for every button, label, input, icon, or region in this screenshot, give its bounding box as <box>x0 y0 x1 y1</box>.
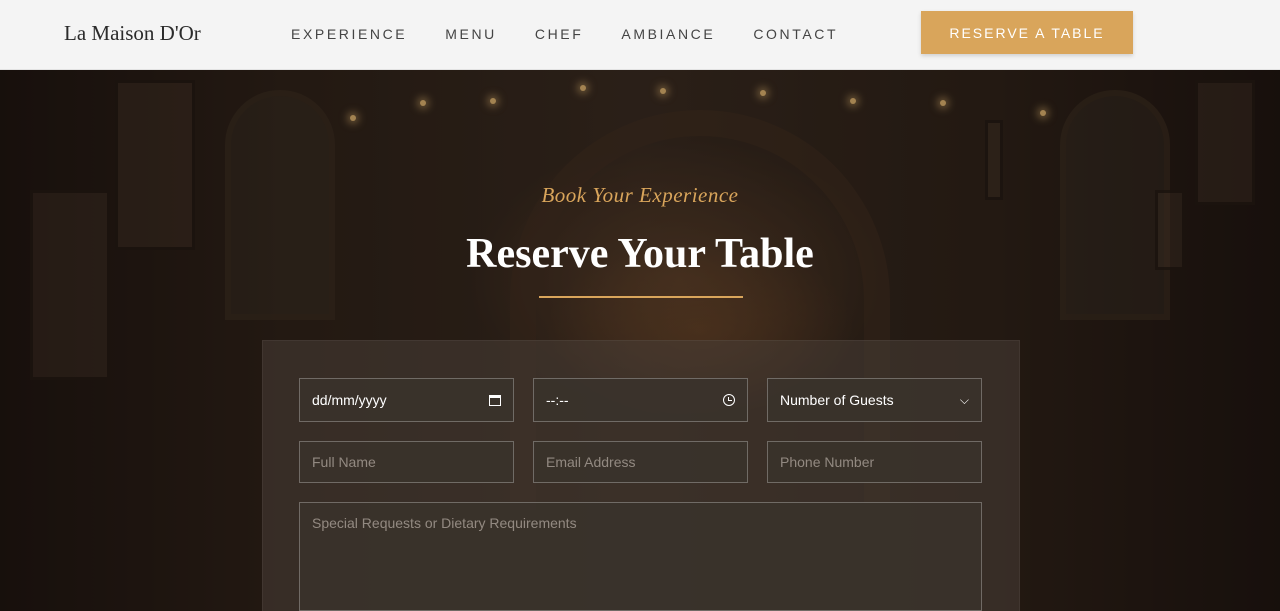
title-divider <box>539 296 743 298</box>
nav-item-ambiance[interactable]: AMBIANCE <box>621 26 715 42</box>
page-title: Reserve Your Table <box>466 231 814 277</box>
chevron-down-icon: ⌵ <box>959 392 969 407</box>
special-requests-textarea[interactable] <box>299 502 982 611</box>
phone-input[interactable] <box>767 441 982 483</box>
calendar-icon[interactable] <box>489 394 501 406</box>
email-input[interactable] <box>533 441 748 483</box>
guests-select-value: Number of Guests <box>780 392 894 408</box>
date-input[interactable]: dd/mm/yyyy <box>299 378 514 422</box>
nav-item-chef[interactable]: CHEF <box>535 26 584 42</box>
full-name-input[interactable] <box>299 441 514 483</box>
nav-item-contact[interactable]: CONTACT <box>753 26 838 42</box>
guests-select[interactable]: Number of Guests ⌵ <box>767 378 982 422</box>
nav-item-menu[interactable]: MENU <box>445 26 497 42</box>
nav-item-experience[interactable]: EXPERIENCE <box>291 26 407 42</box>
hero-eyebrow: Book Your Experience <box>541 183 739 207</box>
time-value: --:-- <box>546 392 569 408</box>
main-nav: EXPERIENCE MENU CHEF AMBIANCE CONTACT <box>291 26 876 42</box>
date-value: dd/mm/yyyy <box>312 392 387 408</box>
brand-logo[interactable]: La Maison D'Or <box>64 21 201 46</box>
clock-icon[interactable] <box>723 394 735 406</box>
reserve-table-button[interactable]: RESERVE A TABLE <box>921 11 1133 54</box>
top-navbar: La Maison D'Or EXPERIENCE MENU CHEF AMBI… <box>0 0 1280 70</box>
time-input[interactable]: --:-- <box>533 378 748 422</box>
